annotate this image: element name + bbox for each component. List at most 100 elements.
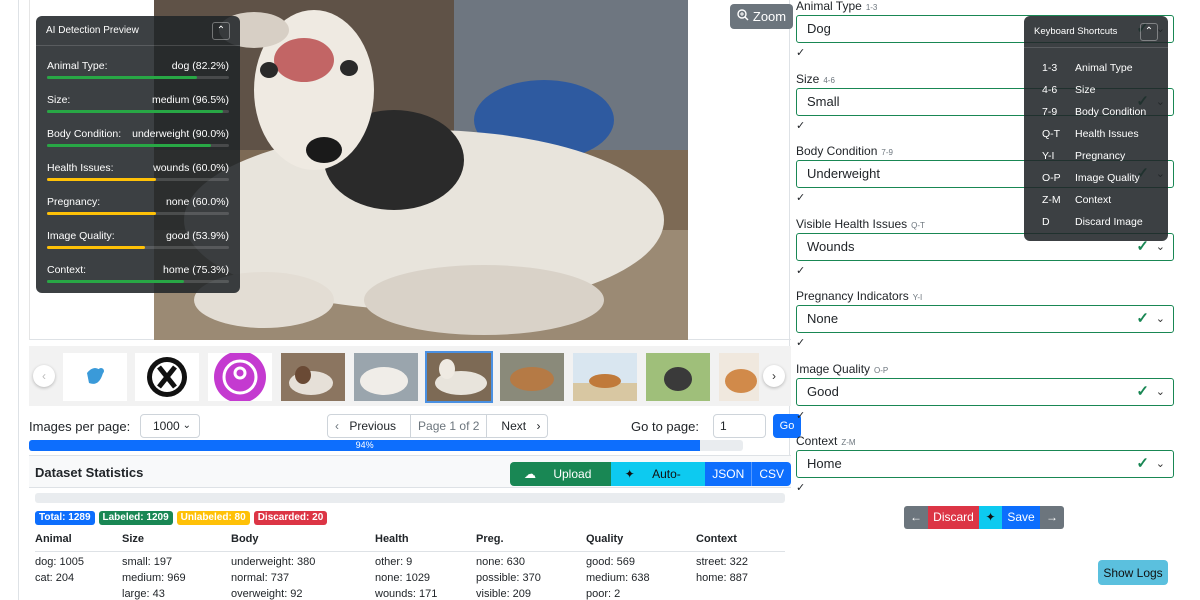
ai-row-value: dog (82.2%) (171, 60, 229, 72)
zoom-button[interactable]: Zoom (730, 4, 793, 29)
images-per-page-label: Images per page: (29, 419, 131, 434)
zoom-label: Zoom (752, 9, 787, 24)
thumbnail-1[interactable] (63, 353, 127, 401)
chevron-up-icon: ⌃ (216, 25, 226, 36)
check-icon: ✓ (1136, 382, 1149, 400)
shortcut-row: Q-T Health Issues (1042, 128, 1139, 140)
shortcut-key: D (1042, 216, 1050, 228)
collapse-shortcuts-button[interactable]: ⌃ (1140, 22, 1158, 41)
table-cell: street: 322 (696, 556, 748, 568)
shortcut-key: 1-3 (1042, 62, 1058, 74)
ai-row-value: medium (96.5%) (151, 94, 229, 106)
auto-label-all-button[interactable]: ✦ Auto-Label All (610, 462, 706, 486)
field-select-value: Good (807, 383, 839, 399)
ai-preview-row: Size: medium (96.5%) (47, 86, 229, 120)
confidence-track (47, 110, 229, 113)
ai-row-label: Image Quality: (47, 230, 115, 242)
previous-image-button[interactable]: ← (904, 506, 928, 529)
upload-icon: ☁ (524, 467, 536, 481)
table-cell: small: 197 (122, 556, 173, 568)
field-select[interactable]: Home ✓ ⌄ (796, 450, 1174, 478)
label-form-panel: Animal Type1-3Dog✓⌄✓Size4-6Small✓⌄✓Body … (790, 0, 1200, 600)
confidence-track (47, 246, 229, 249)
magic-wand-icon: ✦ (985, 510, 996, 524)
go-to-page-label: Go to page: (631, 419, 699, 434)
page-info: Page 1 of 2 (411, 415, 488, 437)
thumbnail-7[interactable] (500, 353, 564, 401)
confidence-fill (47, 76, 197, 79)
export-csv-button[interactable]: CSV (751, 462, 791, 486)
images-per-page-select[interactable]: 1000 ⌄ (140, 414, 200, 438)
thumbnail-4[interactable] (281, 353, 345, 401)
next-image-button[interactable]: → (1040, 506, 1064, 529)
field-select-value: None (807, 311, 839, 326)
thumbnail-9[interactable] (646, 353, 710, 401)
field-valid-check: ✓ (796, 482, 806, 494)
ai-preview-rows: Animal Type: dog (82.2%) Size: medium (96.5… (36, 46, 240, 290)
previous-page-button[interactable]: ‹ Previous (328, 415, 412, 437)
field-label: Visible Health Issues Q-T (796, 217, 925, 231)
auto-label-button[interactable]: ✦ (979, 506, 1002, 529)
stat-badge: Total: 1289 (35, 511, 95, 525)
table-divider (35, 551, 785, 552)
page-navigation: ‹ Previous Page 1 of 2 Next › (327, 414, 549, 438)
field-shortcut-hint: Y-I (912, 293, 923, 302)
go-to-page-input[interactable]: 1 (713, 414, 766, 438)
shortcut-key: Q-T (1042, 128, 1061, 140)
table-cell: cat: 204 (35, 572, 75, 584)
table-cell: visible: 209 (476, 588, 532, 600)
collapse-ai-preview-button[interactable]: ⌃ (212, 21, 230, 40)
thumbnail-2[interactable] (135, 353, 199, 401)
chevron-up-icon: ⌃ (1144, 26, 1154, 37)
field-shortcut-hint: 4-6 (823, 75, 835, 85)
thumbnail-8[interactable] (573, 353, 637, 401)
shortcut-action: Size (1075, 84, 1096, 96)
table-cell: wounds: 171 (375, 588, 438, 600)
ai-preview-row: Image Quality: good (53.9%) (47, 222, 229, 256)
ai-preview-row: Health Issues: wounds (60.0%) (47, 154, 229, 188)
zoom-icon (737, 9, 749, 24)
upload-images-button[interactable]: ☁ Upload Images (510, 462, 611, 486)
confidence-fill (47, 144, 211, 147)
table-cell: dog: 1005 (35, 556, 84, 568)
field-select[interactable]: None ✓ ⌄ (796, 305, 1174, 333)
show-logs-button[interactable]: Show Logs (1098, 560, 1168, 585)
shortcut-key: 7-9 (1042, 106, 1058, 118)
table-header: Animal (35, 533, 72, 545)
shortcut-key: 4-6 (1042, 84, 1058, 96)
stats-badges: Total: 1289 Labeled: 1209 Unlabeled: 80 Dis… (35, 511, 328, 525)
export-json-button[interactable]: JSON (705, 462, 752, 486)
field-shortcut-hint: Z-M (841, 438, 856, 447)
labeling-progress-bar: 94% (29, 440, 743, 451)
thumb-next-button[interactable]: › (763, 365, 785, 387)
table-header: Body (231, 533, 259, 545)
ai-row-value: wounds (60.0%) (153, 162, 229, 174)
thumbnail-3[interactable] (208, 353, 272, 401)
chevron-left-icon: ‹ (42, 369, 46, 383)
ai-preview-row: Pregnancy: none (60.0%) (47, 188, 229, 222)
next-page-button[interactable]: Next › (487, 415, 547, 437)
stats-header: Dataset Statistics ☁ Upload Images ✦ Aut… (29, 456, 791, 488)
next-label: Next (501, 419, 527, 433)
thumbnail-6-selected[interactable] (425, 351, 493, 403)
field-valid-check: ✓ (796, 264, 806, 277)
field-select[interactable]: Good ✓ ⌄ (796, 377, 1174, 406)
thumb-prev-button[interactable]: ‹ (33, 365, 55, 387)
ai-row-label: Size: (47, 94, 71, 106)
progress-fill: 94% (29, 440, 701, 451)
confidence-track (47, 178, 229, 181)
images-per-page-value: 1000 (153, 419, 180, 433)
shortcut-row: D Discard Image (1042, 216, 1143, 228)
shortcut-key: Z-M (1042, 194, 1061, 206)
field-select-value: Wounds (807, 238, 855, 254)
thumbnail-strip: ‹ › (29, 346, 791, 406)
ai-detection-preview: AI Detection Preview ⌃ Animal Type: dog (… (36, 16, 240, 293)
field-valid-check: ✓ (796, 409, 806, 422)
discard-button[interactable]: Discard (928, 506, 979, 529)
ai-row-label: Context: (47, 264, 87, 276)
field-label: Image Quality O-P (796, 362, 888, 376)
thumbnail-5[interactable] (354, 353, 418, 401)
field-valid-check: ✓ (796, 192, 806, 204)
thumbnail-10[interactable] (719, 353, 759, 401)
save-button[interactable]: Save (1002, 506, 1040, 529)
